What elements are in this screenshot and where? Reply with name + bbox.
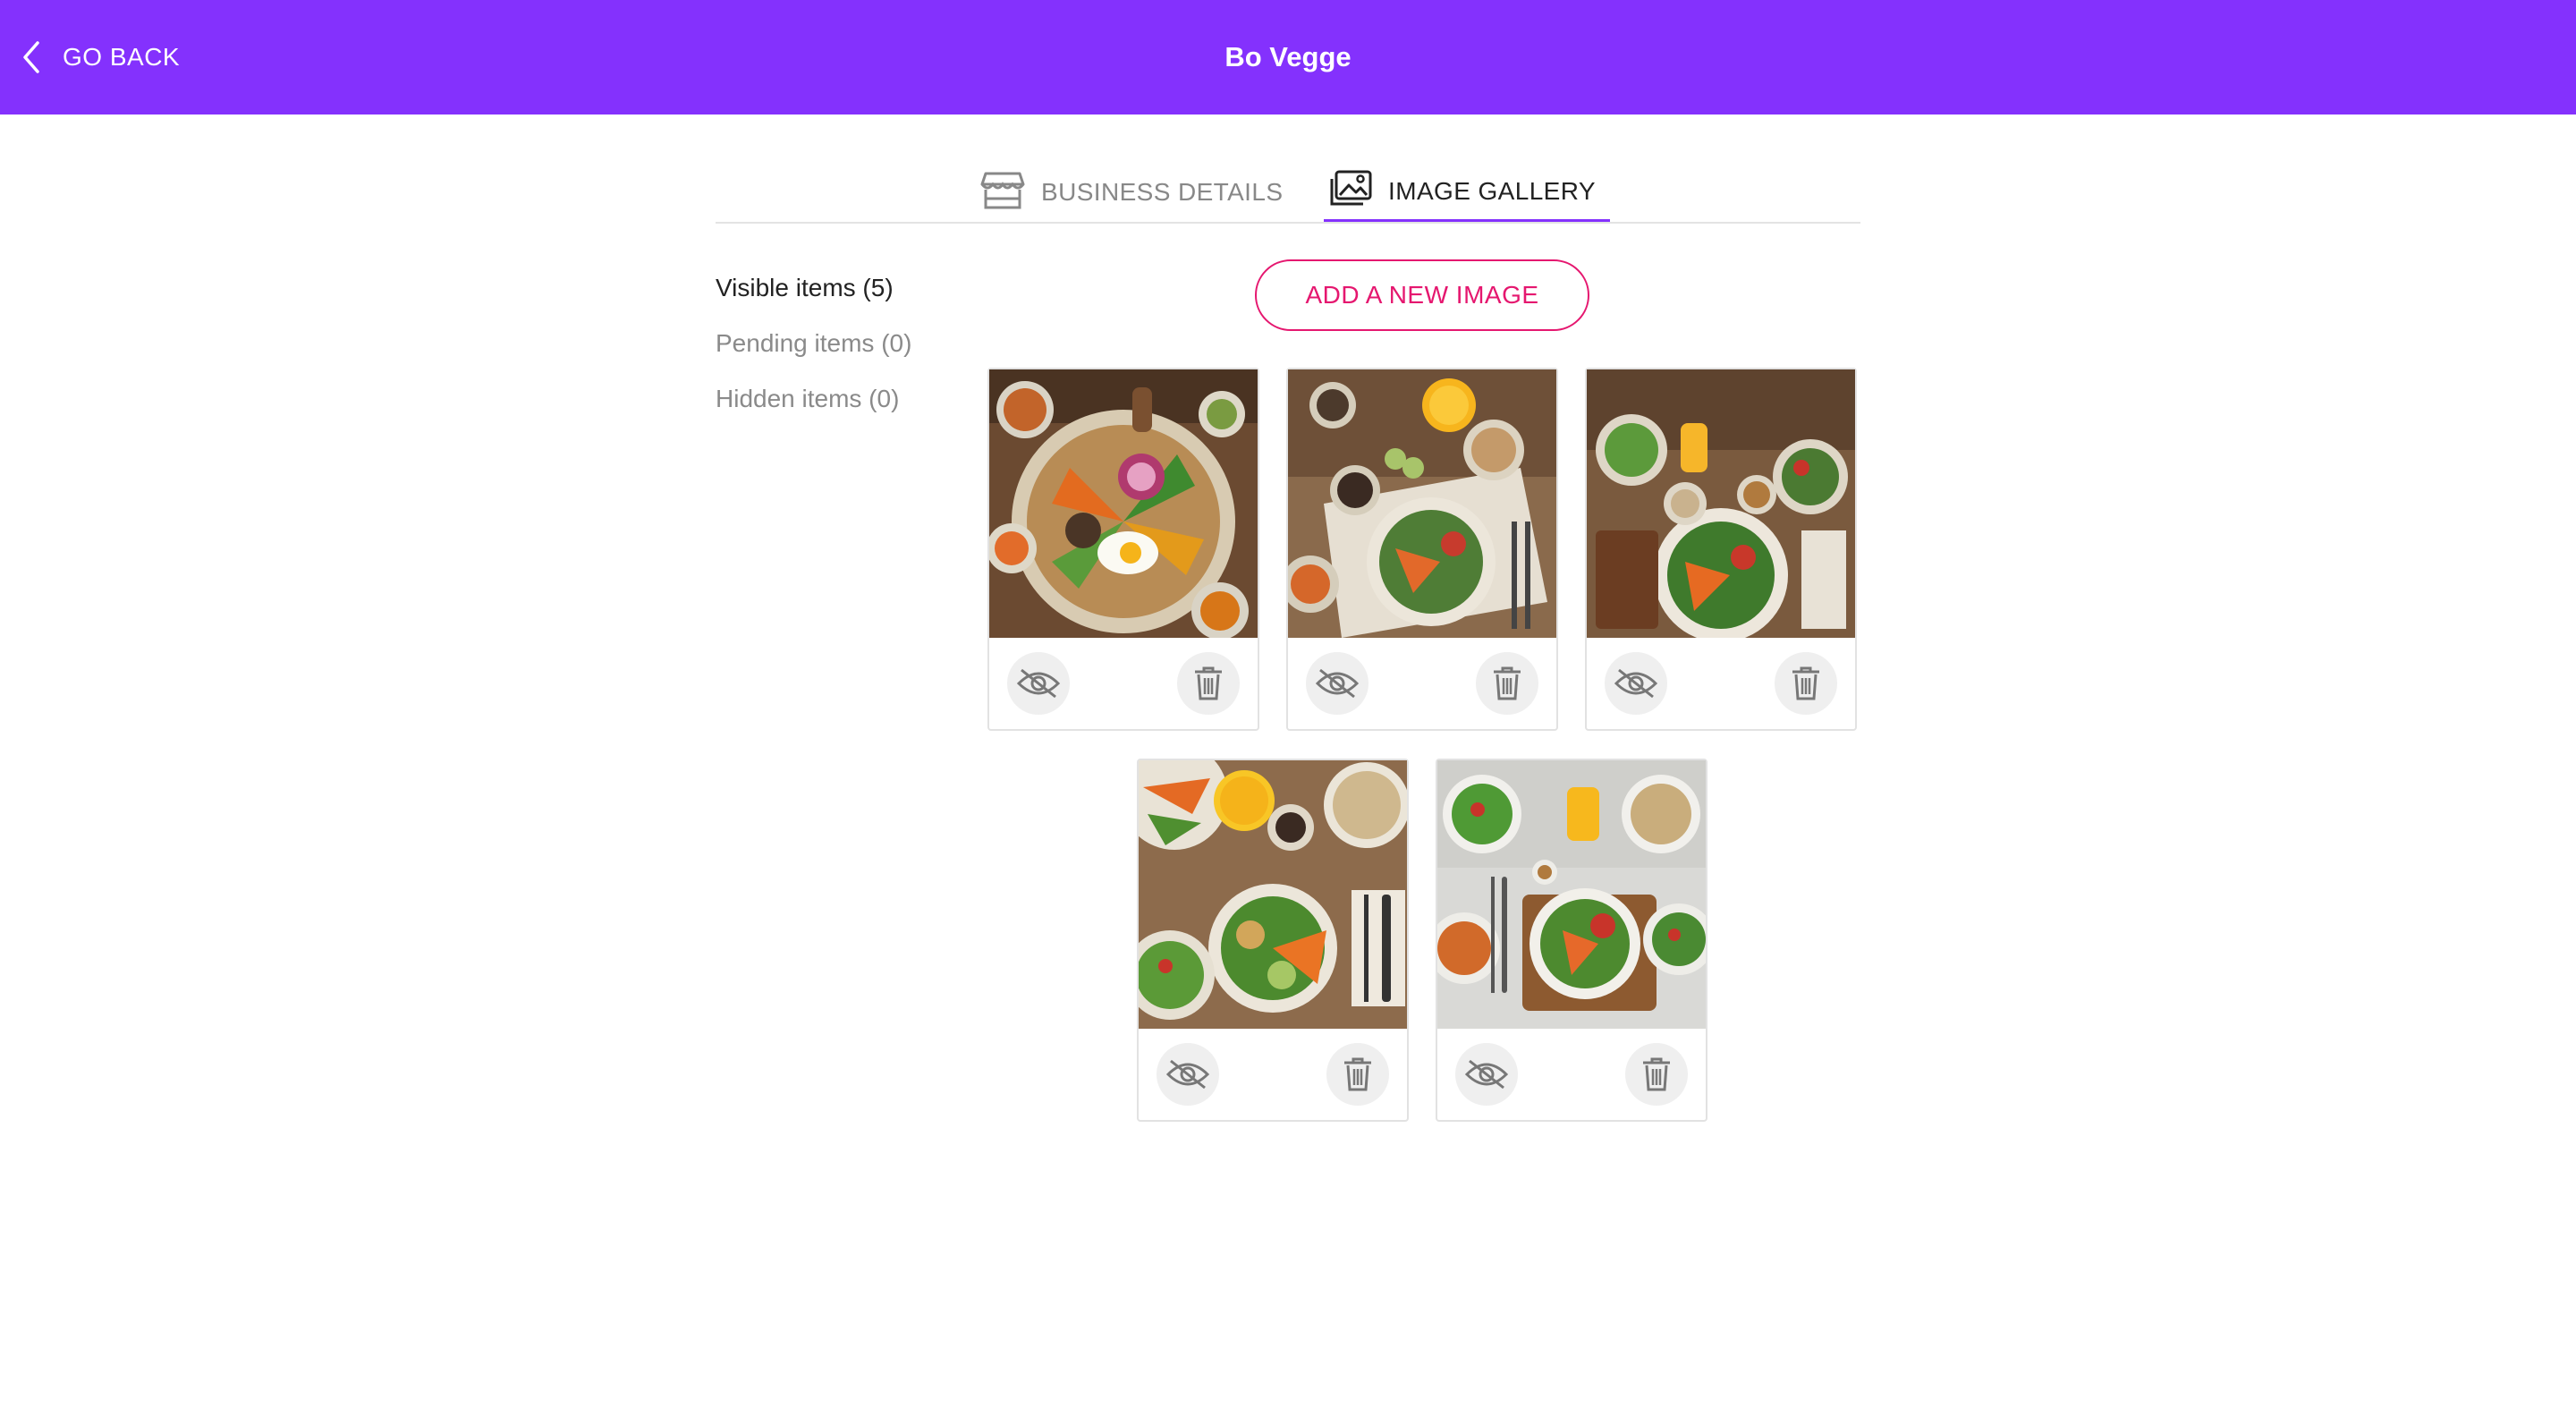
tab-business-details[interactable]: BUSINESS DETAILS bbox=[980, 163, 1283, 222]
hide-eye-icon[interactable] bbox=[1007, 652, 1070, 715]
visibility-filter-menu: Visible items (5) Pending items (0) Hidd… bbox=[716, 268, 966, 435]
gallery-card bbox=[1137, 759, 1409, 1122]
trash-icon[interactable] bbox=[1775, 652, 1837, 715]
card-actions bbox=[989, 638, 1258, 729]
card-actions bbox=[1139, 1029, 1407, 1120]
filter-pending-items[interactable]: Pending items (0) bbox=[716, 324, 966, 379]
card-actions bbox=[1587, 638, 1855, 729]
image-gallery-icon bbox=[1329, 170, 1372, 212]
storefront-icon bbox=[980, 170, 1025, 216]
filter-hidden-items[interactable]: Hidden items (0) bbox=[716, 379, 966, 435]
trash-icon[interactable] bbox=[1177, 652, 1240, 715]
trash-icon[interactable] bbox=[1476, 652, 1538, 715]
trash-icon[interactable] bbox=[1625, 1043, 1688, 1106]
tab-bar: BUSINESS DETAILS IMAGE GALLERY bbox=[716, 154, 1860, 224]
card-actions bbox=[1288, 638, 1556, 729]
hide-eye-icon[interactable] bbox=[1157, 1043, 1219, 1106]
tab-label: IMAGE GALLERY bbox=[1388, 176, 1596, 205]
page-title: Bo Vegge bbox=[1224, 41, 1352, 72]
gallery-card bbox=[1286, 368, 1558, 731]
hide-eye-icon[interactable] bbox=[1605, 652, 1667, 715]
gallery-card bbox=[987, 368, 1259, 731]
gallery-image bbox=[989, 369, 1258, 638]
top-bar: GO BACK Bo Vegge bbox=[0, 0, 2576, 115]
tab-label: BUSINESS DETAILS bbox=[1041, 178, 1284, 206]
hide-eye-icon[interactable] bbox=[1455, 1043, 1518, 1106]
gallery-image bbox=[1437, 760, 1706, 1029]
add-new-image-button[interactable]: ADD A NEW IMAGE bbox=[1255, 259, 1589, 331]
card-actions bbox=[1437, 1029, 1706, 1120]
gallery-image bbox=[1587, 369, 1855, 638]
filter-visible-items[interactable]: Visible items (5) bbox=[716, 268, 966, 324]
hide-eye-icon[interactable] bbox=[1306, 652, 1368, 715]
gallery-image bbox=[1139, 760, 1407, 1029]
gallery-card bbox=[1585, 368, 1857, 731]
trash-icon[interactable] bbox=[1326, 1043, 1389, 1106]
tab-image-gallery[interactable]: IMAGE GALLERY bbox=[1324, 163, 1610, 222]
gallery-image bbox=[1288, 369, 1556, 638]
gallery-card bbox=[1436, 759, 1707, 1122]
